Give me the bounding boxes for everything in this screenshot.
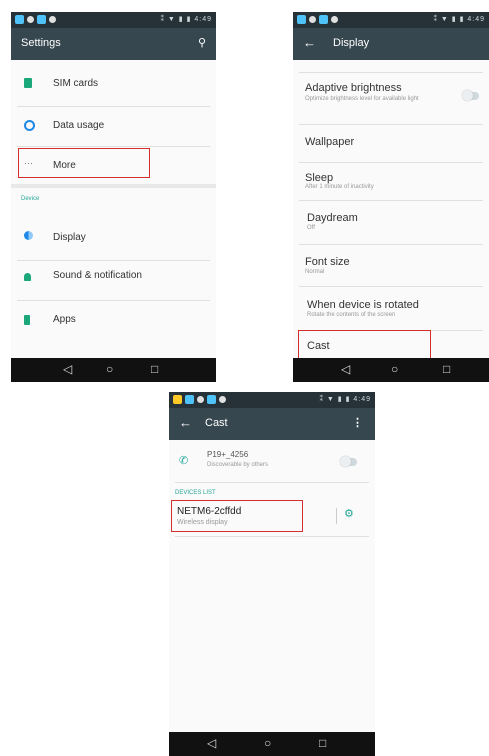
overflow-menu-icon[interactable]: ⋮ (352, 416, 363, 429)
phone-cast-icon: ✆ (179, 455, 189, 467)
display-screen: ⁑ ▼ ▮ ▮ 4:49 ← Display Adaptive brightne… (293, 12, 489, 382)
app-bar: ← Cast ⋮ (169, 408, 375, 440)
search-icon[interactable]: ⚲ (198, 36, 206, 49)
display-item-sleep[interactable]: Sleep After 1 minute of inactivity (293, 164, 489, 200)
home-nav-icon[interactable]: ○ (264, 736, 271, 750)
settings-item-display[interactable]: Display (11, 220, 216, 258)
sim-card-icon (24, 78, 32, 88)
device-settings-separator (336, 508, 337, 524)
status-bar: ⁑ ▼ ▮ ▮ 4:49 (169, 392, 375, 408)
status-indicators: ⁑ ▼ ▮ ▮ 4:49 (319, 396, 371, 403)
brightness-icon (24, 231, 33, 240)
settings-item-sound[interactable]: Sound & notification (11, 260, 216, 298)
nav-bar: ◁ ○ □ (169, 732, 375, 756)
highlight-box (171, 500, 303, 532)
discoverable-toggle[interactable] (340, 456, 357, 467)
nav-bar: ◁ ○ □ (293, 358, 489, 382)
display-item-rotation[interactable]: When device is rotated Rotate the conten… (293, 288, 489, 330)
own-device-row[interactable]: ✆ P19+_4256 Discoverable by others (169, 446, 375, 478)
settings-item-sim-cards[interactable]: SIM cards (11, 66, 216, 102)
highlight-box (298, 330, 431, 360)
status-indicators: ⁑ ▼ ▮ ▮ 4:49 (160, 16, 212, 23)
home-nav-icon[interactable]: ○ (106, 362, 113, 376)
section-header-devices: DEVICES LIST (175, 490, 216, 496)
cast-screen: ⁑ ▼ ▮ ▮ 4:49 ← Cast ⋮ ✆ P19+_4256 Discov… (169, 392, 375, 756)
data-usage-icon (24, 120, 35, 131)
page-title: Cast (205, 417, 228, 429)
back-arrow-icon[interactable]: ← (303, 35, 316, 50)
section-header-device: Device (21, 196, 40, 202)
settings-item-data-usage[interactable]: Data usage (11, 108, 216, 146)
settings-item-label: Sound & notification (53, 270, 142, 281)
recents-nav-icon[interactable]: □ (319, 736, 326, 750)
display-item-label: When device is rotated (307, 299, 419, 311)
own-device-status: Discoverable by others (207, 462, 269, 468)
status-bar: ⁑ ▼ ▮ ▮ 4:49 (11, 12, 216, 28)
settings-list: SIM cards Data usage ⋯ More Device Displ… (11, 60, 216, 358)
page-title: Display (333, 37, 370, 49)
settings-item-apps[interactable]: Apps (11, 304, 216, 342)
settings-item-label: SIM cards (53, 78, 99, 89)
display-item-subtitle: After 1 minute of inactivity (305, 184, 374, 190)
settings-item-label: Apps (53, 314, 76, 325)
cast-content: ✆ P19+_4256 Discoverable by others DEVIC… (169, 440, 375, 732)
back-nav-icon[interactable]: ◁ (63, 362, 72, 376)
page-title: Settings (21, 37, 61, 49)
apps-icon (24, 315, 30, 325)
display-item-subtitle: Off (307, 225, 315, 231)
display-item-label: Sleep (305, 172, 334, 184)
adaptive-brightness-toggle[interactable] (462, 90, 479, 101)
gear-icon[interactable]: ⚙ (344, 507, 354, 520)
settings-item-label: Display (53, 232, 86, 243)
nav-bar: ◁ ○ □ (11, 358, 216, 382)
status-indicators: ⁑ ▼ ▮ ▮ 4:49 (433, 16, 485, 23)
app-bar: ← Display (293, 28, 489, 60)
display-item-subtitle: Normal (305, 269, 325, 275)
bell-icon (24, 273, 31, 281)
display-item-label: Daydream (307, 212, 358, 224)
settings-item-label: Data usage (53, 120, 105, 131)
status-bar: ⁑ ▼ ▮ ▮ 4:49 (293, 12, 489, 28)
settings-screen: ⁑ ▼ ▮ ▮ 4:49 Settings ⚲ SIM cards Data u… (11, 12, 216, 382)
display-item-wallpaper[interactable]: Wallpaper (293, 126, 489, 162)
display-item-subtitle: Rotate the contents of the screen (307, 312, 396, 318)
recents-nav-icon[interactable]: □ (443, 362, 450, 376)
display-item-label: Adaptive brightness (305, 82, 402, 94)
display-item-label: Font size (305, 256, 350, 268)
display-list: Adaptive brightness Optimize brightness … (293, 60, 489, 360)
highlight-box (18, 148, 150, 178)
back-nav-icon[interactable]: ◁ (341, 362, 350, 376)
recents-nav-icon[interactable]: □ (151, 362, 158, 376)
display-item-label: Wallpaper (305, 136, 355, 148)
app-bar: Settings ⚲ (11, 28, 216, 60)
own-device-name: P19+_4256 (207, 450, 249, 459)
display-item-adaptive-brightness[interactable]: Adaptive brightness Optimize brightness … (293, 74, 489, 120)
display-item-daydream[interactable]: Daydream Off (293, 202, 489, 242)
display-item-subtitle: Optimize brightness level for available … (305, 96, 419, 102)
display-item-font-size[interactable]: Font size Normal (293, 246, 489, 286)
back-arrow-icon[interactable]: ← (179, 415, 192, 430)
back-nav-icon[interactable]: ◁ (207, 736, 216, 750)
home-nav-icon[interactable]: ○ (391, 362, 398, 376)
